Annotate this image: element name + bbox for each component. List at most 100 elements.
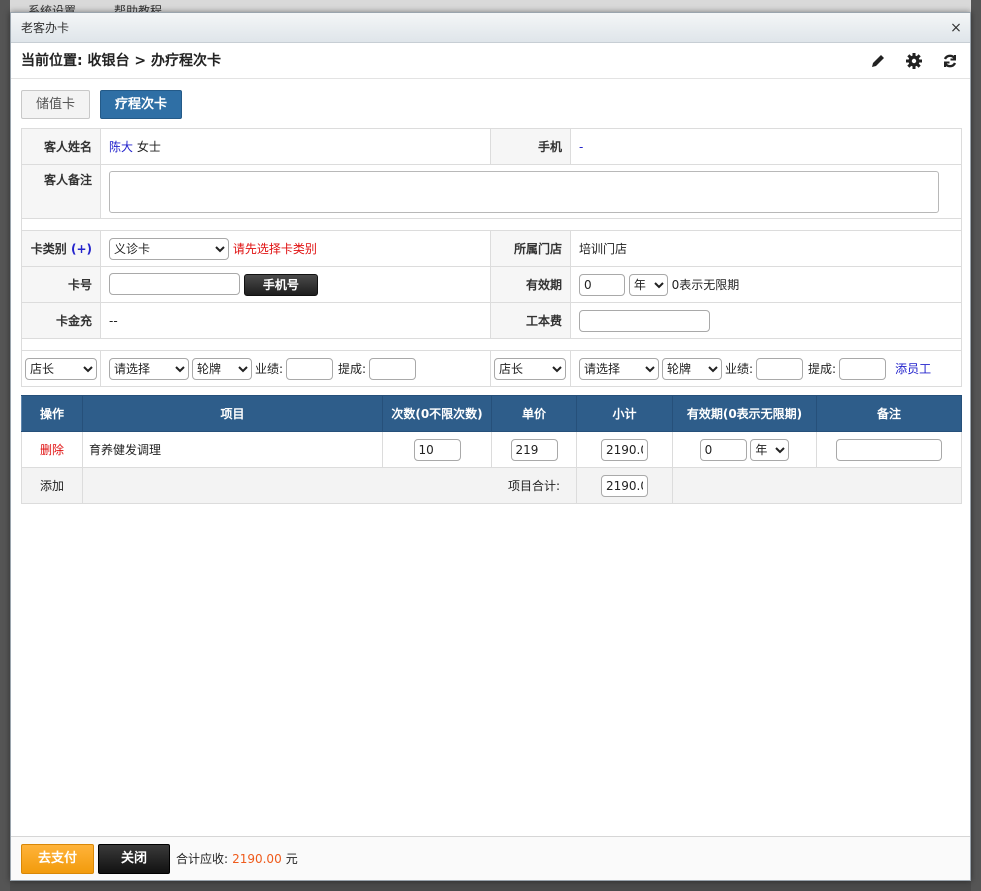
- staff-select[interactable]: 请选择: [579, 357, 659, 380]
- item-name: 育养健发调理: [82, 431, 383, 468]
- valid-period-unit-select[interactable]: 年: [628, 273, 668, 296]
- col-header-valid: 有效期(0表示无限期): [672, 395, 817, 432]
- items-sum-input[interactable]: [601, 474, 648, 497]
- staff-role-select[interactable]: 店长: [25, 357, 97, 380]
- tab-stored-value-card[interactable]: 储值卡: [21, 90, 91, 119]
- customer-note-input[interactable]: [109, 171, 939, 213]
- customer-note-cell: [100, 164, 962, 219]
- total-amount: 2190.00: [232, 851, 282, 866]
- staff-select[interactable]: 请选择: [109, 357, 189, 380]
- new-card-dialog: 老客办卡 × 当前位置: 收银台 > 办疗程次卡 储值卡 疗程次卡 客人姓名 陈…: [10, 12, 971, 881]
- use-phone-number-button[interactable]: 手机号: [243, 273, 318, 296]
- store-value: 培训门店: [570, 230, 962, 267]
- commission-label: 提成:: [808, 362, 837, 376]
- card-no-cell: 手机号: [100, 266, 491, 303]
- card-type-tabs: 储值卡 疗程次卡: [21, 90, 183, 119]
- performance-input[interactable]: [286, 357, 334, 380]
- card-type-label-text: 卡类别: [30, 242, 67, 256]
- card-type-hint: 请先选择卡类别: [232, 241, 317, 256]
- customer-note-label: 客人备注: [21, 164, 101, 219]
- items-summary-row: 添加 项目合计:: [21, 467, 962, 504]
- add-item-link[interactable]: 添加: [21, 467, 83, 504]
- staff-assign-group: 请选择 轮牌 业绩: 提成: 添员工: [579, 357, 953, 380]
- refresh-icon[interactable]: [940, 51, 960, 71]
- items-table: 操作 项目 次数(0不限次数) 单价 小计 有效期(0表示无限期) 备注 删除 …: [21, 395, 962, 504]
- items-header-row: 操作 项目 次数(0不限次数) 单价 小计 有效期(0表示无限期) 备注: [21, 395, 962, 432]
- pay-button[interactable]: 去支付: [21, 843, 95, 874]
- staff-mode-select[interactable]: 轮牌: [662, 357, 722, 380]
- card-topup-value: --: [100, 302, 491, 339]
- staff-assign-cell-1: 请选择 轮牌 业绩: 提成:: [100, 350, 491, 387]
- tab-course-card[interactable]: 疗程次卡: [100, 90, 183, 119]
- commission-input[interactable]: [839, 357, 887, 380]
- card-type-add-link[interactable]: (+): [71, 242, 92, 256]
- commission-label: 提成:: [338, 362, 367, 376]
- edit-icon[interactable]: [868, 51, 888, 71]
- dialog-footer: 去支付 关闭 合计应收: 2190.00 元: [11, 836, 970, 880]
- commission-input[interactable]: [369, 357, 417, 380]
- items-sum-label: 项目合计:: [82, 467, 577, 504]
- items-sum-empty: [672, 467, 962, 504]
- customer-name-cell: 陈大 女士: [100, 128, 491, 165]
- form-spacer: [21, 338, 962, 351]
- col-header-price: 单价: [491, 395, 577, 432]
- customer-title: 女士: [136, 140, 161, 154]
- item-count-input[interactable]: [413, 438, 461, 461]
- performance-label: 业绩:: [725, 362, 754, 376]
- form-spacer: [21, 218, 962, 231]
- toolbar: [868, 43, 960, 79]
- background-right-edge: [971, 0, 981, 891]
- card-no-input[interactable]: [109, 273, 240, 296]
- item-price-cell: [491, 431, 577, 468]
- store-label: 所属门店: [490, 230, 571, 267]
- card-topup-label: 卡金充: [21, 302, 101, 339]
- close-button[interactable]: 关闭: [98, 843, 171, 874]
- col-header-action: 操作: [21, 395, 83, 432]
- items-sum-cell: [576, 467, 673, 504]
- item-remark-input[interactable]: [836, 438, 942, 461]
- card-type-cell: 义诊卡 请先选择卡类别: [100, 230, 491, 267]
- item-count-cell: [382, 431, 492, 468]
- staff-role-cell-1: 店长: [21, 350, 101, 387]
- staff-assign-cell-2: 请选择 轮牌 业绩: 提成: 添员工: [570, 350, 962, 387]
- background-left-edge: [0, 0, 10, 891]
- card-type-select[interactable]: 义诊卡: [109, 237, 229, 260]
- customer-name-link[interactable]: 陈大: [109, 140, 133, 154]
- staff-assign-group: 请选择 轮牌 业绩: 提成:: [109, 357, 482, 380]
- col-header-item: 项目: [82, 395, 383, 432]
- card-form: 客人姓名 陈大 女士 手机 - 客人备注 卡类别 (+) 义诊卡 请先选择卡类别…: [21, 128, 962, 387]
- col-header-remark: 备注: [816, 395, 962, 432]
- card-fee-label: 工本费: [490, 302, 571, 339]
- add-staff-link[interactable]: 添员工: [895, 360, 931, 377]
- valid-period-input[interactable]: [579, 273, 625, 296]
- breadcrumb: 当前位置: 收银台 > 办疗程次卡: [11, 43, 970, 79]
- staff-role-select[interactable]: 店长: [494, 357, 566, 380]
- card-no-label: 卡号: [21, 266, 101, 303]
- dialog-title: 老客办卡: [21, 21, 70, 35]
- total-currency: 元: [285, 852, 298, 866]
- item-subtotal-input[interactable]: [601, 438, 648, 461]
- valid-period-hint: 0表示无限期: [671, 277, 740, 292]
- item-valid-unit-select[interactable]: 年: [750, 438, 790, 461]
- performance-input[interactable]: [756, 357, 804, 380]
- phone-value: -: [579, 139, 584, 154]
- gear-icon[interactable]: [904, 51, 924, 71]
- staff-mode-select[interactable]: 轮牌: [192, 357, 252, 380]
- performance-label: 业绩:: [255, 362, 284, 376]
- valid-period-cell: 年 0表示无限期: [570, 266, 962, 303]
- item-price-input[interactable]: [510, 438, 558, 461]
- item-valid-input[interactable]: [699, 438, 747, 461]
- table-row: 删除 育养健发调理 年: [21, 431, 962, 468]
- valid-period-label: 有效期: [490, 266, 571, 303]
- customer-name-label: 客人姓名: [21, 128, 101, 165]
- item-remark-cell: [816, 431, 962, 468]
- col-header-subtotal: 小计: [576, 395, 673, 432]
- row-action-cell: 删除: [21, 431, 83, 468]
- dialog-titlebar: 老客办卡 ×: [11, 13, 970, 43]
- delete-item-link[interactable]: 删除: [40, 443, 64, 457]
- card-fee-cell: [570, 302, 962, 339]
- total-label: 合计应收:: [176, 852, 229, 866]
- card-fee-input[interactable]: [579, 309, 710, 332]
- phone-cell: -: [570, 128, 962, 165]
- dialog-close-button[interactable]: ×: [948, 13, 964, 43]
